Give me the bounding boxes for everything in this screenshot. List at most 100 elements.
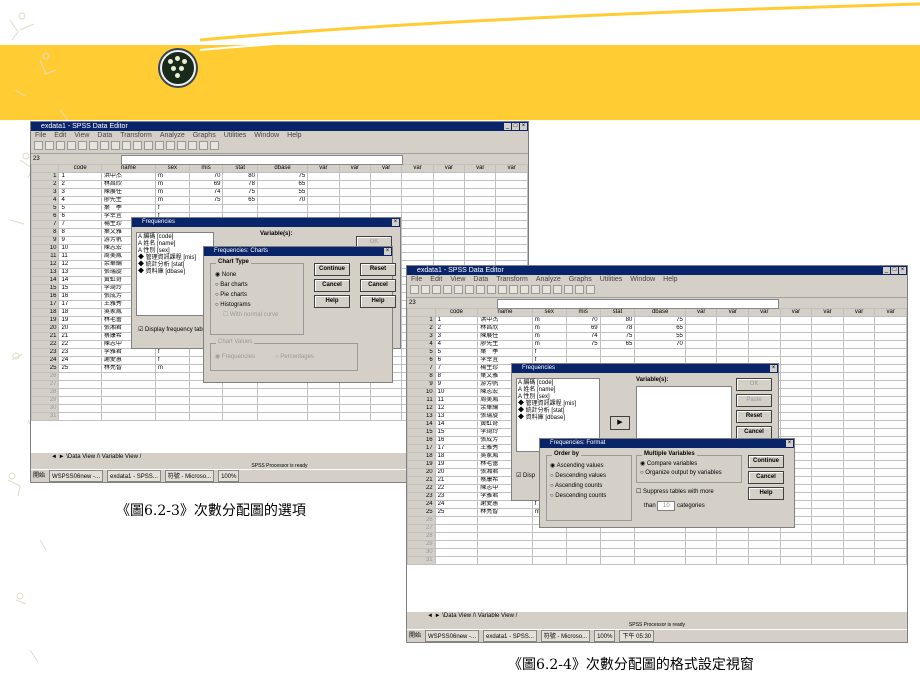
help-button[interactable]: Help: [360, 295, 396, 308]
data-cell[interactable]: 23: [434, 492, 479, 501]
data-cell[interactable]: 55: [256, 188, 309, 197]
data-cell[interactable]: [684, 348, 718, 357]
variables-icon[interactable]: [122, 141, 131, 150]
reset-button[interactable]: Reset: [360, 263, 396, 276]
data-cell[interactable]: [495, 204, 528, 213]
data-cell[interactable]: [464, 252, 497, 261]
data-cell[interactable]: m: [155, 188, 190, 197]
data-cell[interactable]: [338, 172, 371, 181]
data-cell[interactable]: 70: [634, 340, 686, 349]
data-cell[interactable]: [222, 404, 258, 413]
column-header[interactable]: var: [748, 308, 781, 317]
data-cell[interactable]: 陳展任: [477, 332, 533, 341]
data-cell[interactable]: [256, 204, 309, 213]
data-cell[interactable]: [811, 396, 844, 405]
data-cell[interactable]: [874, 428, 907, 437]
column-header[interactable]: var: [811, 308, 844, 317]
data-cell[interactable]: m: [531, 340, 567, 349]
data-cell[interactable]: [432, 172, 466, 181]
suppress-tables-checkbox[interactable]: ☐ Suppress tables with more: [636, 487, 714, 497]
data-cell[interactable]: 70: [565, 316, 601, 325]
data-cell[interactable]: [874, 324, 907, 333]
find-icon[interactable]: [133, 141, 142, 150]
data-cell[interactable]: [188, 204, 224, 213]
data-cell[interactable]: [842, 556, 876, 565]
data-cell[interactable]: [811, 436, 844, 445]
data-cell[interactable]: [599, 532, 636, 541]
list-item[interactable]: ◆ 資料庫 [dbase]: [518, 415, 598, 422]
column-header[interactable]: sex: [531, 308, 567, 317]
data-cell[interactable]: [401, 252, 434, 261]
data-cell[interactable]: f: [155, 356, 190, 365]
data-cell[interactable]: [155, 412, 190, 421]
list-item[interactable]: ◆ 資料庫 [dbase]: [138, 269, 212, 276]
column-header[interactable]: stat: [222, 164, 258, 173]
data-cell[interactable]: [748, 332, 781, 341]
data-cell[interactable]: [495, 228, 528, 237]
data-cell[interactable]: [779, 340, 813, 349]
data-cell[interactable]: [464, 244, 497, 253]
data-cell[interactable]: [434, 540, 479, 549]
data-cell[interactable]: [874, 412, 907, 421]
data-cell[interactable]: [842, 420, 876, 429]
data-cell[interactable]: 19: [58, 316, 102, 325]
data-cell[interactable]: m: [155, 180, 190, 189]
data-cell[interactable]: [811, 444, 844, 453]
close-icon[interactable]: ×: [770, 365, 777, 372]
column-header[interactable]: var: [432, 164, 466, 173]
data-cell[interactable]: [222, 388, 258, 397]
data-cell[interactable]: 16: [434, 436, 479, 445]
taskbar-item[interactable]: 100%: [218, 470, 240, 482]
data-cell[interactable]: [338, 188, 371, 197]
data-cell[interactable]: [401, 180, 434, 189]
taskbar-item[interactable]: 下午 05:30: [619, 630, 655, 642]
cell-editor[interactable]: [497, 299, 779, 309]
cell-editor[interactable]: [121, 155, 403, 165]
value-labels-icon[interactable]: [575, 285, 584, 294]
data-cell[interactable]: m: [155, 364, 190, 373]
data-cell[interactable]: [58, 404, 102, 413]
data-cell[interactable]: [811, 484, 844, 493]
data-cell[interactable]: [716, 348, 750, 357]
menu-item-edit[interactable]: Edit: [54, 131, 66, 140]
data-cell[interactable]: [874, 476, 907, 485]
taskbar-item[interactable]: exdata1 - SPSS...: [483, 630, 537, 642]
data-cell[interactable]: [716, 324, 750, 333]
data-cell[interactable]: [874, 332, 907, 341]
data-cell[interactable]: [338, 180, 371, 189]
data-cell[interactable]: [779, 420, 813, 429]
data-cell[interactable]: [779, 364, 813, 373]
help-button[interactable]: Help: [314, 295, 350, 308]
list-item[interactable]: ◆ 統計分析 [stat]: [518, 408, 598, 415]
data-cell[interactable]: [599, 548, 636, 557]
data-cell[interactable]: [256, 412, 309, 421]
data-cell[interactable]: 10: [58, 244, 102, 253]
data-cell[interactable]: [779, 380, 813, 389]
data-cell[interactable]: [842, 356, 876, 365]
data-cell[interactable]: [874, 556, 907, 565]
data-cell[interactable]: 8: [58, 228, 102, 237]
data-cell[interactable]: f: [531, 348, 567, 357]
menu-item-view[interactable]: View: [74, 131, 89, 140]
data-cell[interactable]: 25: [434, 508, 479, 517]
data-cell[interactable]: [779, 372, 813, 381]
data-cell[interactable]: [779, 332, 813, 341]
data-cell[interactable]: [307, 412, 340, 421]
column-header[interactable]: name: [100, 164, 157, 173]
data-cell[interactable]: [495, 252, 528, 261]
help-button[interactable]: Help: [748, 487, 784, 500]
continue-button[interactable]: Continue: [314, 263, 350, 276]
data-cell[interactable]: [779, 548, 813, 557]
data-cell[interactable]: [565, 348, 601, 357]
data-cell[interactable]: 65: [599, 340, 636, 349]
data-cell[interactable]: [874, 316, 907, 325]
data-cell[interactable]: [779, 396, 813, 405]
print-icon[interactable]: [432, 285, 441, 294]
data-cell[interactable]: [634, 548, 686, 557]
value-labels-icon[interactable]: [199, 141, 208, 150]
radio-organize-output[interactable]: ○ Organize output by variables: [640, 469, 738, 478]
data-cell[interactable]: [842, 412, 876, 421]
move-arrow-button[interactable]: ▶: [610, 416, 630, 430]
data-cell[interactable]: [155, 388, 190, 397]
close-icon[interactable]: ×: [899, 267, 906, 274]
